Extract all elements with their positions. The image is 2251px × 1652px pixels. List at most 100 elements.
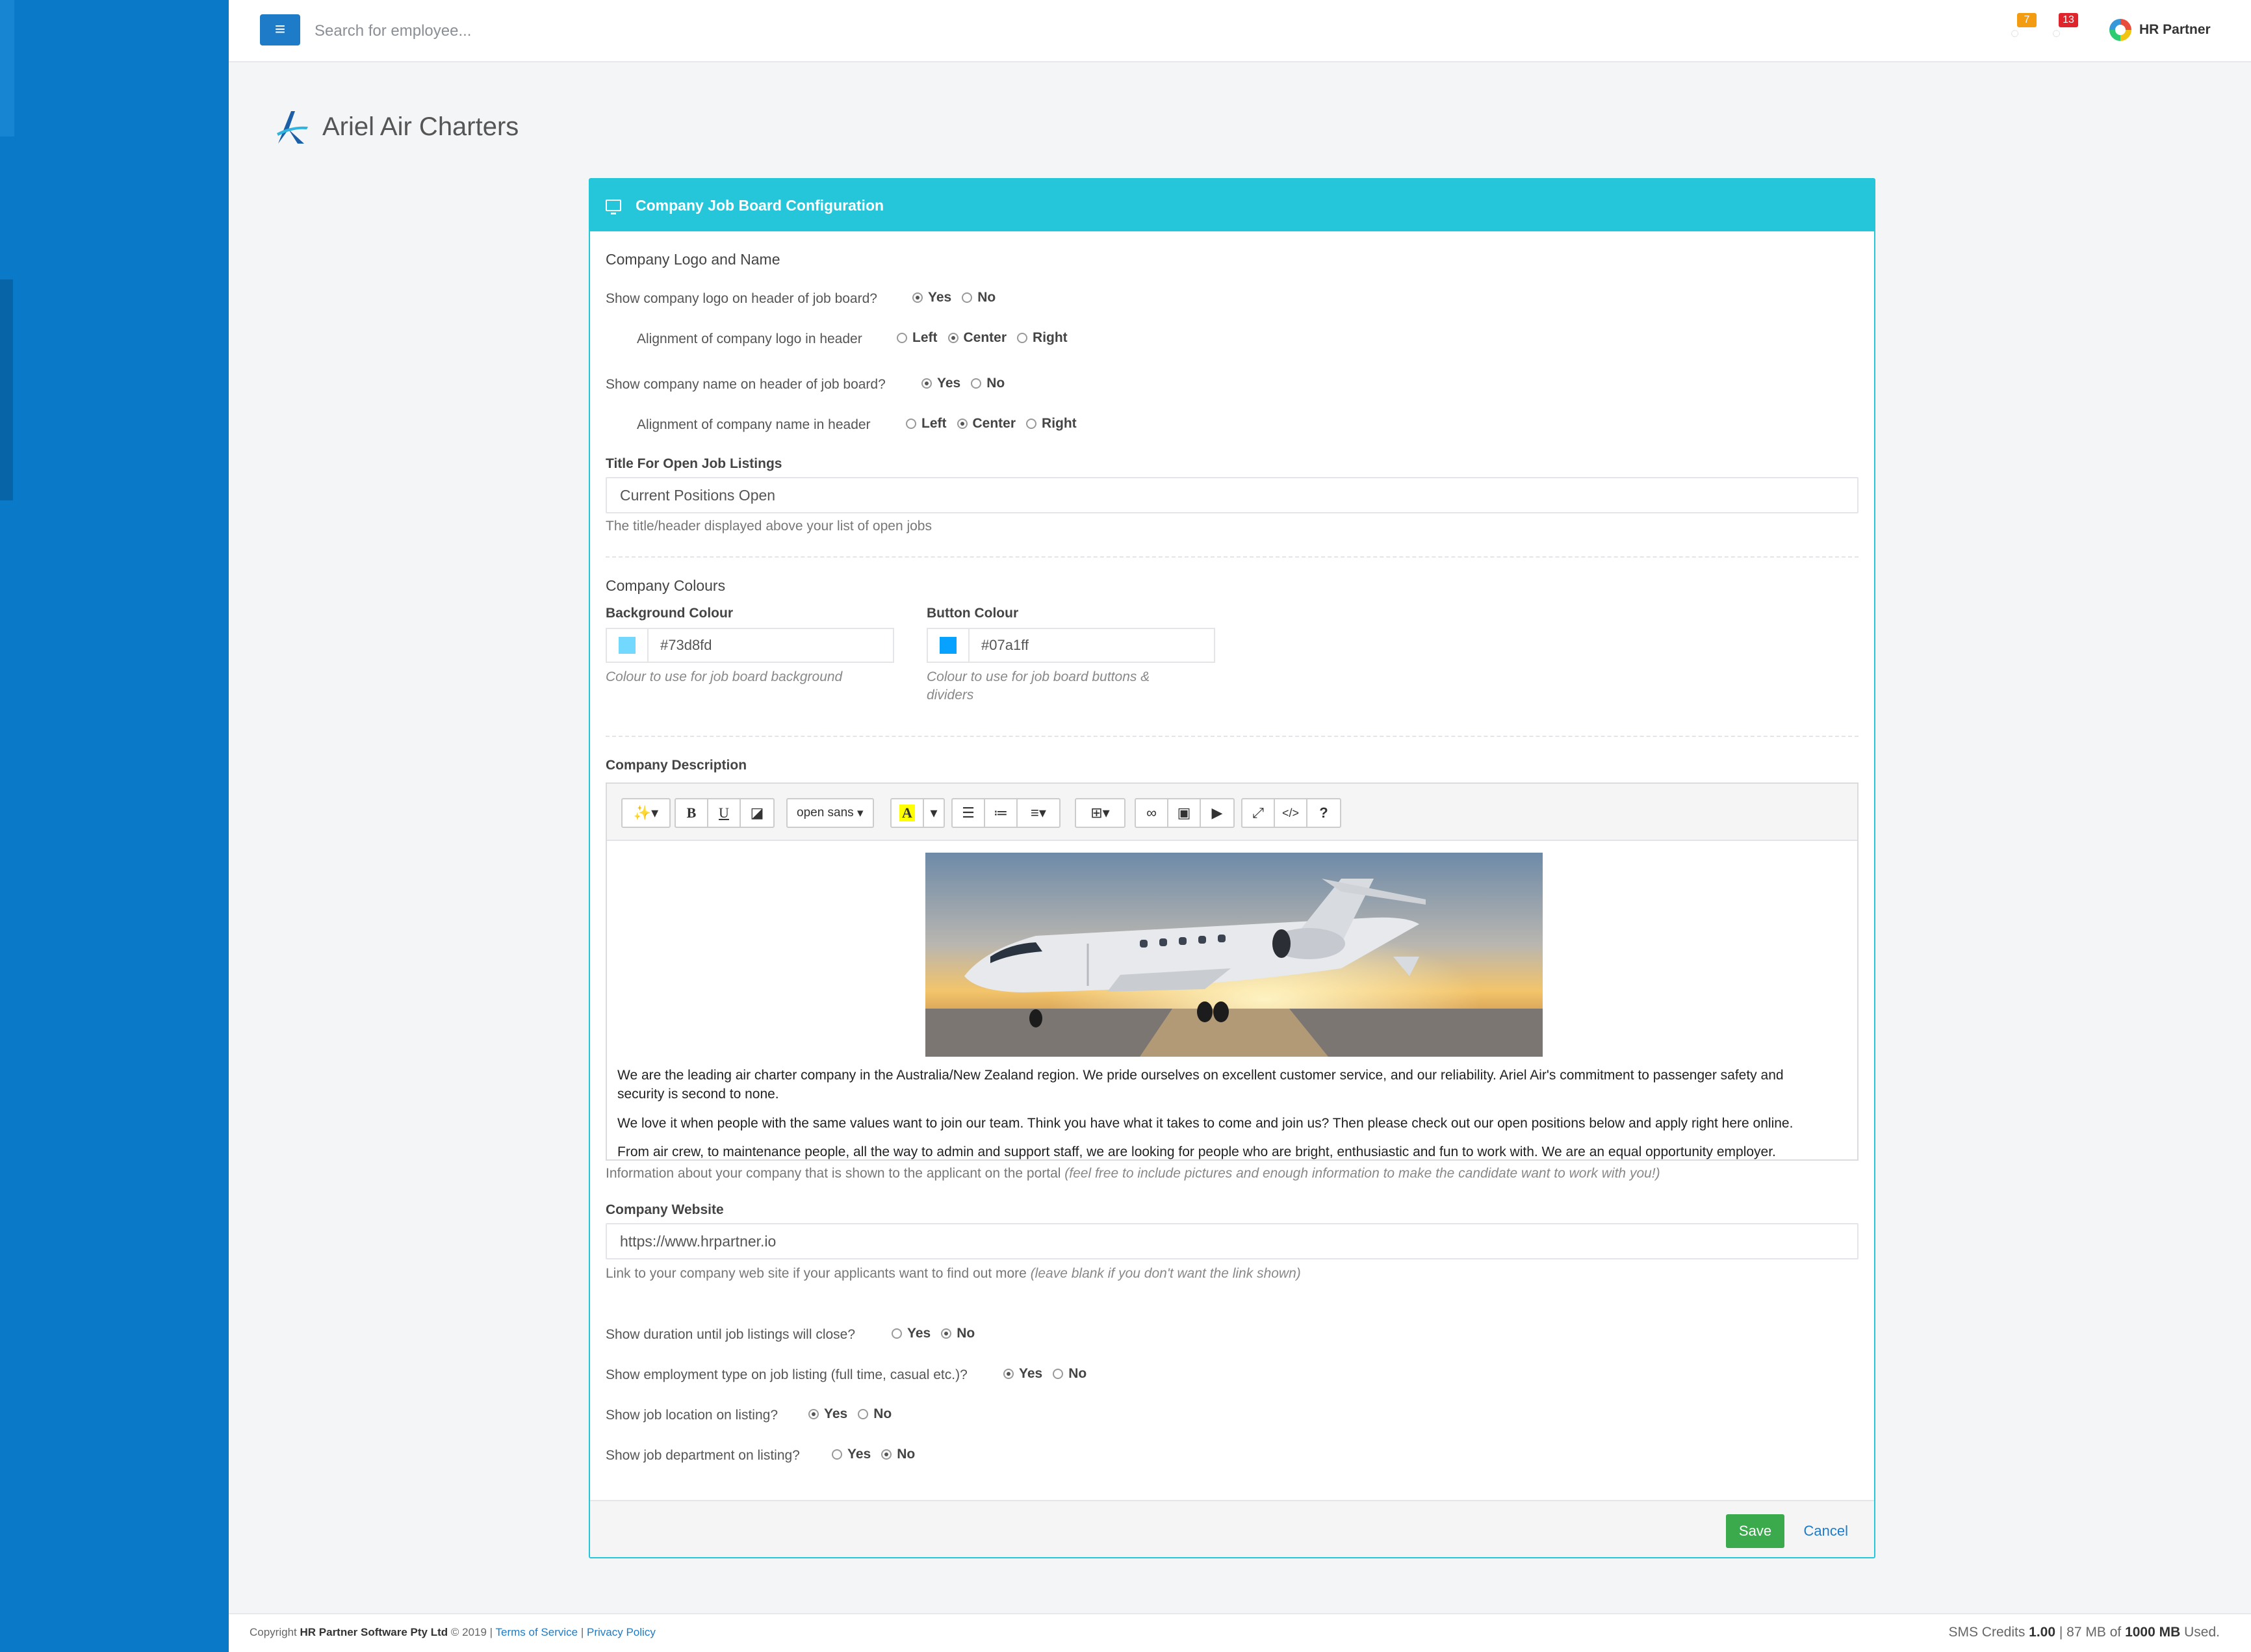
ordered-list-icon: ≔: [994, 805, 1008, 821]
eraser-button[interactable]: ◪: [741, 799, 773, 827]
employment-type-no-option[interactable]: No: [1053, 1366, 1087, 1382]
colours-section-title: Company Colours: [606, 577, 726, 594]
company-logo-icon: [277, 111, 308, 144]
background-colour-picker[interactable]: #73d8fd: [606, 628, 894, 663]
section-divider: [606, 556, 1859, 558]
show-logo-no-option[interactable]: No: [962, 290, 996, 305]
top-bar: ≡ ◌ 7 ◌ 13 HR Partner: [229, 0, 2251, 62]
terms-of-service-link[interactable]: Terms of Service: [496, 1626, 578, 1638]
underline-icon: U: [719, 805, 729, 821]
radio-checked-icon: [912, 292, 923, 303]
employment-type-yes-option[interactable]: Yes: [1003, 1366, 1042, 1382]
button-colour-value[interactable]: #07a1ff: [970, 629, 1029, 662]
style-group: ✨▾: [621, 798, 671, 828]
radio-checked-icon: [921, 378, 932, 389]
location-no-option[interactable]: No: [858, 1406, 892, 1422]
video-button[interactable]: ▶: [1201, 799, 1233, 827]
listings-title-help: The title/header displayed above your li…: [606, 519, 932, 534]
image-button[interactable]: ▣: [1168, 799, 1201, 827]
employee-search-input[interactable]: [315, 17, 899, 45]
caret-down-icon: ▾: [930, 805, 938, 821]
menu-toggle-button[interactable]: ≡: [260, 14, 300, 45]
code-view-button[interactable]: </>: [1275, 799, 1307, 827]
panel-header: Company Job Board Configuration: [590, 179, 1874, 231]
notification-count-badge: 7: [2017, 13, 2037, 27]
employment-type-radio-group: Yes No: [1003, 1366, 1087, 1382]
help-button[interactable]: ?: [1307, 799, 1340, 827]
table-group: ⊞▾: [1075, 798, 1126, 828]
bell-icon: ◌: [2011, 25, 2020, 41]
copyright-notice: Copyright HR Partner Software Pty Ltd © …: [250, 1626, 656, 1638]
company-website-input[interactable]: https://www.hrpartner.io: [606, 1223, 1859, 1259]
name-alignment-question: Alignment of company name in header: [637, 417, 871, 432]
company-name: Ariel Air Charters: [322, 112, 519, 141]
background-colour-value[interactable]: #73d8fd: [649, 629, 712, 662]
department-question: Show job department on listing?: [606, 1448, 800, 1463]
radio-unchecked-icon: [1017, 333, 1028, 343]
unordered-list-icon: ☰: [962, 805, 975, 821]
ordered-list-button[interactable]: ≔: [985, 799, 1018, 827]
logo-align-right-option[interactable]: Right: [1017, 330, 1068, 346]
show-name-yes-option[interactable]: Yes: [921, 376, 960, 391]
button-colour-swatch-wrapper[interactable]: [928, 629, 970, 662]
color-dropdown-button[interactable]: ▾: [924, 799, 944, 827]
show-logo-yes-option[interactable]: Yes: [912, 290, 951, 305]
table-button[interactable]: ⊞▾: [1076, 799, 1124, 827]
paragraph-align-button[interactable]: ≡▾: [1018, 799, 1059, 827]
notification-bell-2[interactable]: ◌ 13: [2052, 13, 2078, 42]
underline-button[interactable]: U: [708, 799, 741, 827]
name-align-left-option[interactable]: Left: [906, 416, 947, 432]
radio-checked-icon: [881, 1449, 892, 1460]
radio-checked-icon: [957, 419, 968, 429]
editor-toolbar: ✨▾ B U ◪ open sans ▾ A ▾ ☰ ≔ ≡▾ ⊞▾ ∞ ▣ ▶…: [607, 784, 1857, 841]
highlight-color-button[interactable]: A: [892, 799, 924, 827]
name-align-right-option[interactable]: Right: [1026, 416, 1077, 432]
employment-type-question: Show employment type on job listing (ful…: [606, 1367, 968, 1382]
name-align-center-option[interactable]: Center: [957, 416, 1016, 432]
show-name-no-option[interactable]: No: [971, 376, 1005, 391]
bold-button[interactable]: B: [676, 799, 708, 827]
location-yes-option[interactable]: Yes: [808, 1406, 847, 1422]
background-colour-swatch-wrapper[interactable]: [607, 629, 649, 662]
button-colour-picker[interactable]: #07a1ff: [927, 628, 1215, 663]
job-board-config-panel: Company Job Board Configuration Company …: [589, 178, 1875, 1558]
privacy-policy-link[interactable]: Privacy Policy: [587, 1626, 656, 1638]
button-colour-swatch: [940, 637, 957, 654]
fullscreen-button[interactable]: ⤢: [1242, 799, 1275, 827]
radio-checked-icon: [1003, 1369, 1014, 1379]
logo-align-left-option[interactable]: Left: [897, 330, 938, 346]
unordered-list-button[interactable]: ☰: [953, 799, 985, 827]
duration-no-option[interactable]: No: [941, 1326, 975, 1341]
magic-style-button[interactable]: ✨▾: [623, 799, 669, 827]
list-group: ☰ ≔ ≡▾: [951, 798, 1061, 828]
sidebar: [0, 0, 229, 1652]
align-icon: ≡▾: [1031, 805, 1046, 821]
show-logo-question: Show company logo on header of job board…: [606, 291, 877, 306]
user-menu[interactable]: HR Partner: [2109, 17, 2211, 43]
listings-title-input[interactable]: Current Positions Open: [606, 477, 1859, 513]
show-name-radio-group: Yes No: [921, 376, 1005, 391]
jet-aircraft-image: [925, 853, 1543, 1057]
description-paragraph-3: From air crew, to maintenance people, al…: [617, 1144, 1776, 1159]
logo-align-center-option[interactable]: Center: [947, 330, 1007, 346]
editor-content[interactable]: We are the leading air charter company i…: [607, 841, 1857, 1159]
department-yes-option[interactable]: Yes: [832, 1447, 871, 1462]
department-no-option[interactable]: No: [881, 1447, 915, 1462]
duration-yes-option[interactable]: Yes: [892, 1326, 931, 1341]
cancel-link[interactable]: Cancel: [1804, 1514, 1848, 1548]
hamburger-icon: ≡: [274, 19, 286, 39]
font-family-dropdown[interactable]: open sans ▾: [788, 799, 873, 827]
eraser-icon: ◪: [750, 805, 764, 821]
company-website-label: Company Website: [606, 1202, 724, 1217]
sidebar-accent: [0, 0, 14, 136]
show-name-question: Show company name on header of job board…: [606, 377, 886, 392]
description-paragraph-1a: We are the leading air charter company i…: [617, 1068, 1784, 1083]
table-icon: ⊞▾: [1090, 805, 1110, 821]
magic-wand-icon: ✨▾: [633, 805, 659, 821]
panel-footer: Save Cancel: [590, 1500, 1874, 1557]
notification-bell-1[interactable]: ◌ 7: [2011, 13, 2037, 42]
save-button[interactable]: Save: [1726, 1514, 1784, 1548]
monitor-icon: [606, 200, 621, 214]
link-button[interactable]: ∞: [1136, 799, 1168, 827]
button-colour-help-line2: dividers: [927, 688, 974, 703]
